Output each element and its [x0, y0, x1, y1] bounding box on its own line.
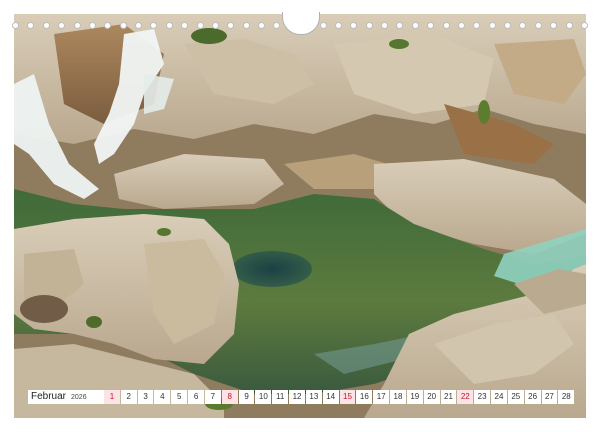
day-cell: 17 [373, 390, 390, 404]
day-cell: 20 [423, 390, 440, 404]
binding-ring [319, 21, 327, 29]
binding-ring [365, 21, 373, 29]
day-cell: 7 [204, 390, 221, 404]
binding-ring [381, 21, 388, 29]
day-cell: 24 [491, 390, 507, 404]
day-cells: 1 2 3 4 5 6 7 8 9 10 11 12 13 14 15 16 17 18 19 20 21 22 23 24 2… [104, 390, 575, 404]
binding-ring [534, 21, 542, 29]
day-cell: 16 [356, 390, 373, 404]
binding-ring [58, 21, 66, 29]
day-cell: 22 [457, 390, 474, 404]
binding-ring [504, 21, 511, 29]
binding-ring [411, 21, 419, 29]
waterfall-pool-illustration [14, 14, 586, 418]
day-cell: 21 [440, 390, 457, 404]
binding-ring [135, 21, 142, 29]
day-cell: 23 [474, 390, 491, 404]
day-cell: 19 [406, 390, 423, 404]
day-cell: 10 [255, 390, 272, 404]
day-cell: 14 [322, 390, 339, 404]
binding-ring [242, 21, 250, 29]
binding-ring [119, 21, 127, 29]
binding-ring [273, 21, 281, 29]
binding-ring [258, 21, 265, 29]
binding-ring [550, 21, 558, 29]
day-cell: 8 [221, 390, 238, 404]
day-cell: 26 [524, 390, 541, 404]
landscape-photo [14, 14, 586, 418]
binding-ring [165, 21, 173, 29]
month-name: Februar [31, 391, 67, 402]
binding-ring [12, 21, 19, 29]
binding-ring [104, 21, 112, 29]
day-cell: 6 [188, 390, 204, 404]
binding-ring [427, 21, 435, 29]
binding-ring [580, 21, 588, 29]
binding-ring [196, 21, 204, 29]
day-cell: 25 [507, 390, 524, 404]
day-cell: 15 [339, 390, 356, 404]
month-calendar-strip: Februar 2026 1 2 3 4 5 6 7 8 9 10 11 12 13 14 15 16 17 18… [28, 390, 575, 404]
binding-ring [27, 21, 35, 29]
month-year: 2026 [71, 394, 87, 401]
binding-ring [457, 21, 465, 29]
binding-ring [519, 21, 527, 29]
binding-ring [442, 21, 450, 29]
day-cell: 2 [120, 390, 137, 404]
day-cell: 4 [154, 390, 171, 404]
day-cell: 13 [305, 390, 322, 404]
binding-ring [42, 21, 50, 29]
binding-ring [150, 21, 158, 29]
day-cell: 3 [137, 390, 154, 404]
binding-ring [350, 21, 358, 29]
binding-ring [73, 21, 81, 29]
day-cell: 9 [238, 390, 255, 404]
binding-ring [227, 21, 235, 29]
day-cell: 5 [171, 390, 188, 404]
binding-ring [565, 21, 573, 29]
binding-ring [396, 21, 404, 29]
binding-ring [88, 21, 96, 29]
day-cell: 11 [272, 390, 289, 404]
day-cell: 12 [289, 390, 305, 404]
binding-ring [488, 21, 496, 29]
binding-ring [211, 21, 219, 29]
day-cell: 18 [390, 390, 406, 404]
binding-ring [334, 21, 342, 29]
binding-ring [473, 21, 481, 29]
day-cell: 28 [558, 390, 575, 404]
day-cell: 27 [541, 390, 558, 404]
calendar-page: Februar 2026 1 2 3 4 5 6 7 8 9 10 11 12 13 14 15 16 17 18… [0, 0, 600, 432]
month-label: Februar 2026 [28, 390, 104, 404]
binding-ring [181, 21, 189, 29]
day-cell: 1 [104, 390, 120, 404]
